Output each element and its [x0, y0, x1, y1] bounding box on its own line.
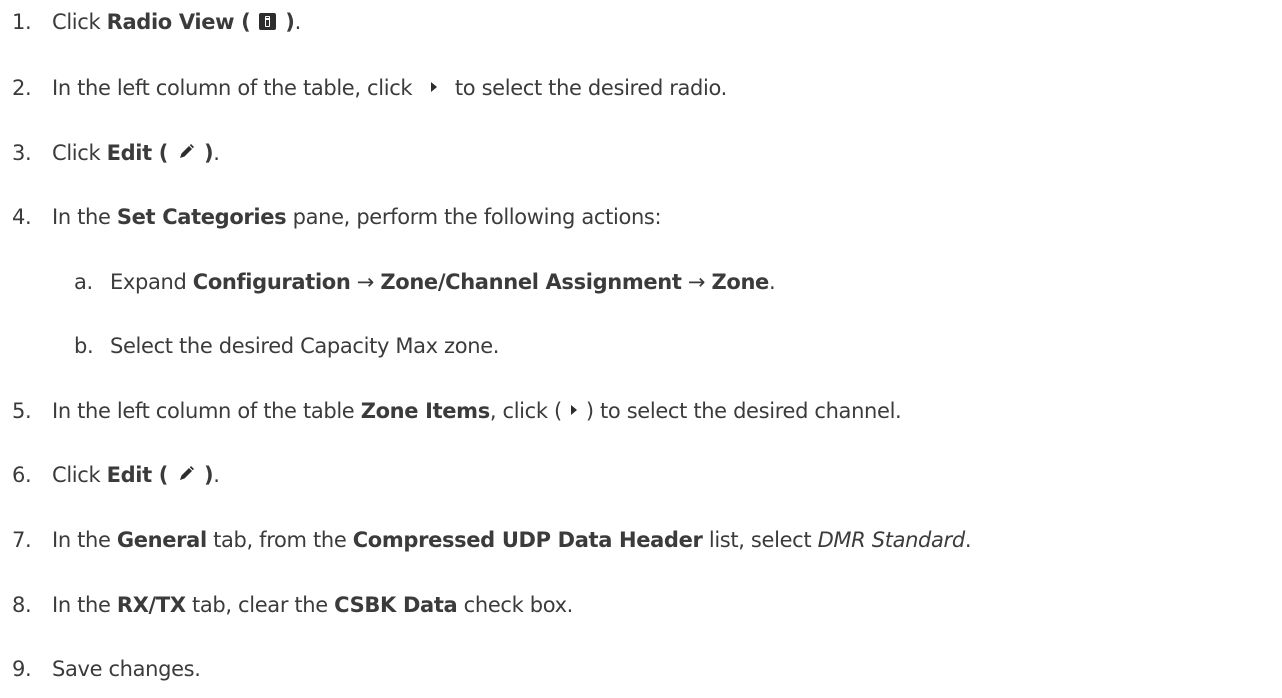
- step-italic-text: DMR Standard: [817, 528, 966, 552]
- step-text: Save changes.: [52, 657, 201, 681]
- step-number: 5.: [12, 399, 32, 423]
- step-text: Expand: [110, 270, 193, 294]
- step-number: 8.: [12, 593, 32, 617]
- step-text: Click: [52, 10, 107, 34]
- step-2: 2. In the left column of the table, click…: [12, 70, 727, 106]
- step-text: .: [768, 270, 776, 294]
- step-text: tab, from the: [206, 528, 353, 552]
- step-5: 5. In the left column of the table Zone I…: [12, 393, 902, 429]
- step-text: →: [350, 270, 381, 294]
- radio-device-icon: [259, 13, 277, 30]
- step-number: 4.: [12, 205, 32, 229]
- step-1: 1. Click Radio View ( ).: [12, 4, 301, 40]
- step-text: In the: [52, 205, 117, 229]
- step-text: to select the desired radio.: [448, 76, 727, 100]
- step-bold-text: Compressed UDP Data Header: [352, 528, 703, 552]
- step-text: pane, perform the following actions:: [286, 205, 662, 229]
- step-bold-text: Edit (: [106, 463, 176, 487]
- step-bold-text: ): [197, 141, 214, 165]
- step-bold-text: Set Categories: [116, 205, 287, 229]
- step-text: .: [964, 528, 972, 552]
- step-text: ) to select the desired channel.: [585, 399, 902, 423]
- step-text: Click: [52, 463, 107, 487]
- step-8: 8. In the RX/TX tab, clear the CSBK Data …: [12, 587, 573, 623]
- step-number: b.: [74, 334, 94, 358]
- step-number: 2.: [12, 76, 32, 100]
- step-3: 3. Click Edit ( ).: [12, 135, 220, 171]
- step-text: .: [294, 10, 302, 34]
- step-bold-text: Zone/Channel Assignment: [380, 270, 682, 294]
- step-4b: b. Select the desired Capacity Max zone.: [74, 328, 499, 364]
- step-6: 6. Click Edit ( ).: [12, 457, 220, 493]
- step-text: tab, clear the: [185, 593, 335, 617]
- step-4: 4. In the Set Categories pane, perform th…: [12, 199, 662, 235]
- step-text: check box.: [457, 593, 574, 617]
- step-bold-text: General: [116, 528, 207, 552]
- step-4a: a. Expand Configuration → Zone/Channel As…: [74, 264, 776, 300]
- step-bold-text: Zone Items: [360, 399, 490, 423]
- step-number: 7.: [12, 528, 32, 552]
- triangle-right-icon: [430, 82, 437, 92]
- step-bold-text: ): [278, 10, 295, 34]
- step-bold-text: Zone: [711, 270, 769, 294]
- step-9: 9. Save changes.: [12, 651, 201, 687]
- step-text: In the: [52, 528, 117, 552]
- step-bold-text: ): [197, 463, 214, 487]
- step-text: Select the desired Capacity Max zone.: [110, 334, 500, 358]
- step-number: 6.: [12, 463, 32, 487]
- step-text: .: [213, 141, 220, 165]
- pencil-icon: [180, 144, 195, 158]
- step-text: In the left column of the table: [52, 399, 361, 423]
- step-7: 7. In the General tab, from the Compresse…: [12, 522, 972, 558]
- step-text: Click: [52, 141, 107, 165]
- step-text: , click (: [489, 399, 562, 423]
- step-text: .: [213, 463, 220, 487]
- step-bold-text: CSBK Data: [334, 593, 458, 617]
- step-bold-text: Edit (: [106, 141, 176, 165]
- step-bold-text: RX/TX: [116, 593, 186, 617]
- step-text: list, select: [702, 528, 818, 552]
- step-number: 9.: [12, 657, 32, 681]
- step-text: In the left column of the table, click: [52, 76, 419, 100]
- step-text: →: [681, 270, 712, 294]
- pencil-icon: [180, 466, 195, 480]
- step-number: 3.: [12, 141, 32, 165]
- triangle-right-icon: [570, 405, 577, 415]
- step-number: 1.: [12, 10, 32, 34]
- step-bold-text: Radio View (: [106, 10, 258, 34]
- step-text: In the: [52, 593, 117, 617]
- step-number: a.: [74, 270, 93, 294]
- step-bold-text: Configuration: [192, 270, 351, 294]
